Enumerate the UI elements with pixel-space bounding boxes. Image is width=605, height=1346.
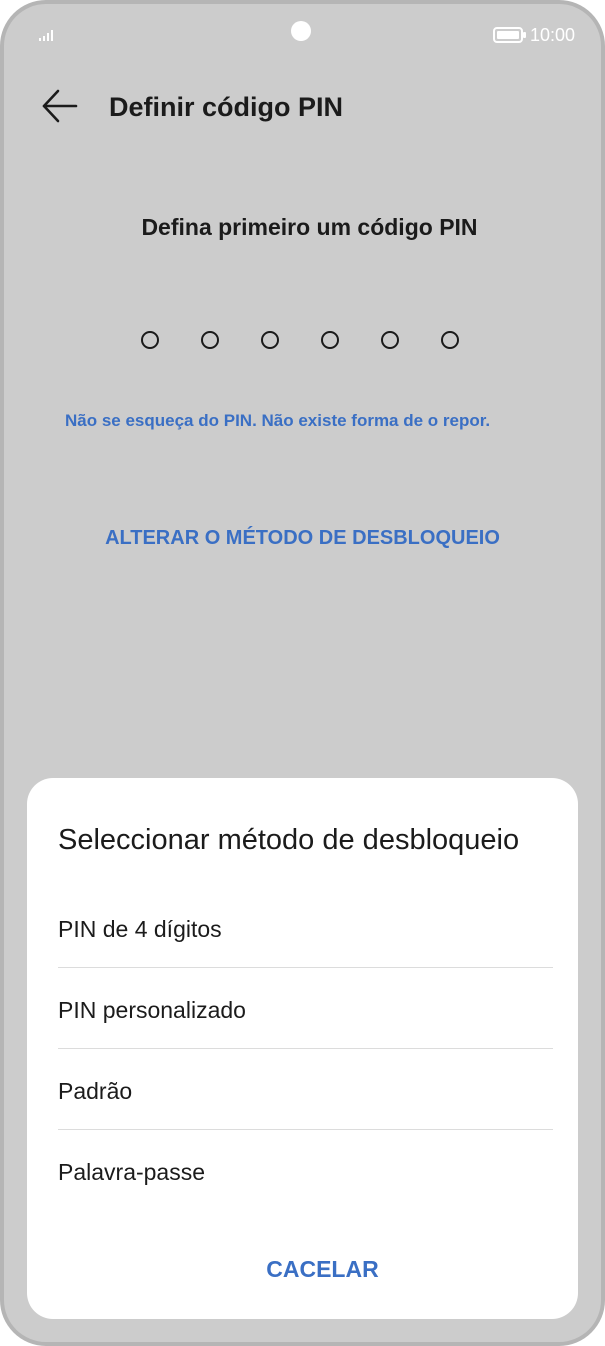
pin-dot (441, 331, 459, 349)
option-custom-pin[interactable]: PIN personalizado (58, 969, 553, 1049)
option-label: Palavra-passe (58, 1159, 206, 1185)
phone-frame: 10:00 Definir código PIN Defina primeiro… (0, 0, 605, 1346)
battery-icon (493, 27, 526, 43)
back-arrow-icon[interactable] (40, 86, 80, 126)
status-time: 10:00 (530, 25, 576, 45)
pin-dot (261, 331, 279, 349)
pin-prompt: Defina primeiro um código PIN (141, 214, 478, 240)
option-pattern[interactable]: Padrão (58, 1050, 553, 1130)
status-bar: 10:00 (4, 4, 601, 64)
divider (58, 1129, 553, 1130)
screen: 10:00 Definir código PIN Defina primeiro… (4, 4, 601, 1342)
divider (58, 1048, 553, 1049)
signal-icon (39, 30, 53, 41)
option-label: PIN de 4 dígitos (58, 916, 222, 942)
option-label: PIN personalizado (58, 997, 246, 1023)
pin-dot (321, 331, 339, 349)
sheet-title: Seleccionar método de desbloqueio (58, 824, 520, 856)
pin-dot (381, 331, 399, 349)
change-unlock-method-link[interactable]: ALTERAR O MÉTODO DE DESBLOQUEIO (4, 524, 601, 552)
divider (58, 967, 553, 968)
unlock-method-sheet: Seleccionar método de desbloqueio PIN de… (27, 778, 578, 1319)
option-label: Padrão (58, 1078, 133, 1104)
option-password[interactable]: Palavra-passe (58, 1131, 553, 1211)
option-pin-4-digits[interactable]: PIN de 4 dígitos (58, 888, 553, 968)
camera-cutout (291, 21, 311, 41)
pin-warning: Não se esqueça do PIN. Não existe forma … (65, 411, 491, 430)
cancel-button[interactable]: CACELAR (27, 1254, 601, 1284)
pin-dot (201, 331, 219, 349)
page-title: Definir código PIN (109, 92, 344, 122)
pin-dot (141, 331, 159, 349)
